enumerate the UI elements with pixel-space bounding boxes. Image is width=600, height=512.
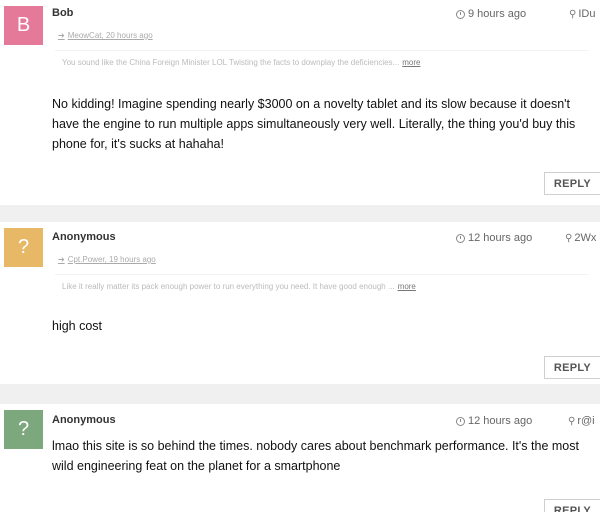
reply-to-link[interactable]: ➜ Cpt.Power, 19 hours ago <box>58 255 156 264</box>
avatar: ? <box>4 228 43 267</box>
quoted-text: Like it really matter its pack enough po… <box>62 282 416 291</box>
reply-to-link[interactable]: ➜ MeowCat, 20 hours ago <box>58 31 153 40</box>
location-pin-icon: ⚲ <box>565 232 573 244</box>
reply-button[interactable]: REPLY <box>544 172 600 195</box>
clock-icon <box>456 233 465 243</box>
quote-text: Like it really matter its pack enough po… <box>62 282 395 291</box>
location-pin-icon: ⚲ <box>568 415 576 427</box>
comment-location: ⚲ IDu <box>569 8 595 20</box>
reply-arrow-icon: ➜ <box>58 255 65 264</box>
location-pin-icon: ⚲ <box>569 8 577 20</box>
time-text: 12 hours ago <box>468 232 533 244</box>
comment-author[interactable]: Bob <box>52 7 73 19</box>
comment-location: ⚲ 2Wx <box>565 232 596 244</box>
divider <box>55 50 588 51</box>
reply-to-text: Cpt.Power, 19 hours ago <box>67 255 156 264</box>
comment-body: lmao this site is so behind the times. n… <box>52 439 579 473</box>
comment-time[interactable]: 12 hours ago <box>456 232 532 244</box>
location-text: IDu <box>578 8 596 20</box>
divider <box>55 274 588 275</box>
comment-author[interactable]: Anonymous <box>52 414 116 426</box>
comment-author[interactable]: Anonymous <box>52 231 116 243</box>
comment-item: ? Anonymous 12 hours ago ⚲ 2Wx ➜ Cpt.Powe… <box>0 222 600 384</box>
clock-icon <box>456 416 465 426</box>
reply-arrow-icon: ➜ <box>58 31 65 40</box>
more-link[interactable]: more <box>402 58 420 67</box>
quoted-text: You sound like the China Foreign Ministe… <box>62 58 420 67</box>
quote-text: You sound like the China Foreign Ministe… <box>62 58 400 67</box>
reply-button[interactable]: REPLY <box>544 499 600 512</box>
comment-body: high cost <box>52 319 103 333</box>
comment-item: B Bob 9 hours ago ⚲ IDu ➜ MeowCat, 20 hou… <box>0 0 600 205</box>
time-text: 9 hours ago <box>468 8 527 20</box>
clock-icon <box>456 9 465 19</box>
comment-body: No kidding! Imagine spending nearly $300… <box>52 97 576 151</box>
location-text: r@i <box>577 415 595 427</box>
avatar: ? <box>4 410 43 449</box>
more-link[interactable]: more <box>398 282 416 291</box>
avatar: B <box>4 6 43 45</box>
time-text: 12 hours ago <box>468 415 533 427</box>
location-text: 2Wx <box>574 232 597 244</box>
comment-time[interactable]: 12 hours ago <box>456 415 532 427</box>
reply-to-text: MeowCat, 20 hours ago <box>67 31 153 40</box>
comment-item: ? Anonymous 12 hours ago ⚲ r@i lmao this… <box>0 404 600 512</box>
reply-button[interactable]: REPLY <box>544 356 600 379</box>
comment-location: ⚲ r@i <box>568 415 595 427</box>
comment-time[interactable]: 9 hours ago <box>456 8 526 20</box>
